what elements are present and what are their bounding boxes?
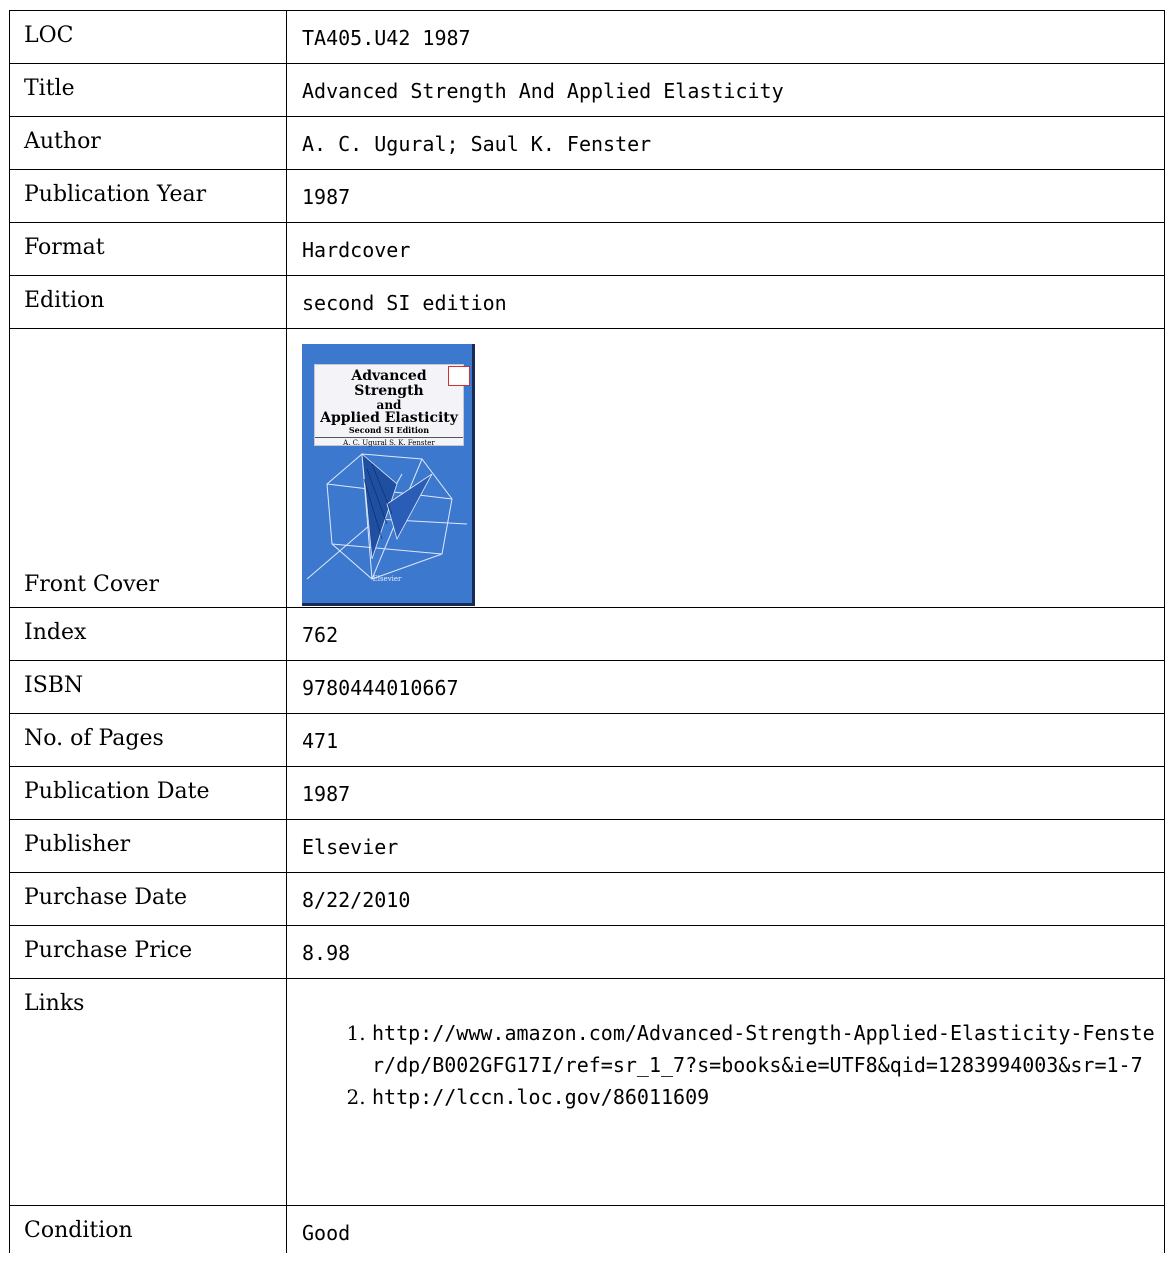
link-amazon[interactable]: http://www.amazon.com/Advanced-Strength-… [372,1017,1164,1081]
row-format: Format Hardcover [9,222,1165,276]
publication-date-label: Publication Date [9,766,287,820]
cover-title-line1: Advanced Strength [351,368,427,399]
library-sticker [448,366,470,386]
cover-title-line3: Applied Elasticity [320,410,458,426]
row-purchase-price: Purchase Price 8.98 [9,925,1165,979]
loc-value: TA405.U42 1987 [286,10,1165,64]
purchase-date-label: Purchase Date [9,872,287,926]
book-details-table: LOC TA405.U42 1987 Title Advanced Streng… [9,10,1165,1253]
row-publisher: Publisher Elsevier [9,819,1165,873]
row-loc: LOC TA405.U42 1987 [9,10,1165,64]
isbn-value: 9780444010667 [286,660,1165,714]
format-label: Format [9,222,287,276]
format-value: Hardcover [286,222,1165,276]
publication-year-label: Publication Year [9,169,287,223]
cover-title-label: Advanced Strength and Applied Elasticity… [314,364,464,447]
publication-date-value: 1987 [286,766,1165,820]
edition-label: Edition [9,275,287,329]
title-value: Advanced Strength And Applied Elasticity [286,63,1165,117]
row-index: Index 762 [9,607,1165,661]
row-links: Links http://www.amazon.com/Advanced-Str… [9,978,1165,1206]
links-cell: http://www.amazon.com/Advanced-Strength-… [286,978,1165,1206]
row-condition: Condition Good [9,1205,1165,1253]
front-cover-label: Front Cover [9,328,287,608]
publisher-label: Publisher [9,819,287,873]
front-cover-cell: Advanced Strength and Applied Elasticity… [286,328,1165,608]
purchase-date-value: 8/22/2010 [286,872,1165,926]
cover-publisher: Elsevier [372,575,402,583]
cover-edition: Second SI Edition [348,425,430,435]
row-pages: No. of Pages 471 [9,713,1165,767]
links-list: http://www.amazon.com/Advanced-Strength-… [302,1017,1164,1113]
link-lccn[interactable]: http://lccn.loc.gov/86011609 [372,1081,1164,1113]
publication-year-value: 1987 [286,169,1165,223]
row-publication-year: Publication Year 1987 [9,169,1165,223]
front-cover-image[interactable]: Advanced Strength and Applied Elasticity… [302,344,475,606]
row-title: Title Advanced Strength And Applied Elas… [9,63,1165,117]
isbn-label: ISBN [9,660,287,714]
row-isbn: ISBN 9780444010667 [9,660,1165,714]
author-label: Author [9,116,287,170]
row-author: Author A. C. Ugural; Saul K. Fenster [9,116,1165,170]
links-label: Links [9,978,287,1206]
row-edition: Edition second SI edition [9,275,1165,329]
row-purchase-date: Purchase Date 8/22/2010 [9,872,1165,926]
index-label: Index [9,607,287,661]
condition-value: Good [286,1205,1165,1253]
purchase-price-label: Purchase Price [9,925,287,979]
loc-label: LOC [9,10,287,64]
pages-label: No. of Pages [9,713,287,767]
title-label: Title [9,63,287,117]
edition-value: second SI edition [286,275,1165,329]
pages-value: 471 [286,713,1165,767]
index-value: 762 [286,607,1165,661]
row-front-cover: Front Cover Advanced Strength and Applie… [9,328,1165,608]
row-publication-date: Publication Date 1987 [9,766,1165,820]
publisher-value: Elsevier [286,819,1165,873]
condition-label: Condition [9,1205,287,1253]
purchase-price-value: 8.98 [286,925,1165,979]
author-value: A. C. Ugural; Saul K. Fenster [286,116,1165,170]
